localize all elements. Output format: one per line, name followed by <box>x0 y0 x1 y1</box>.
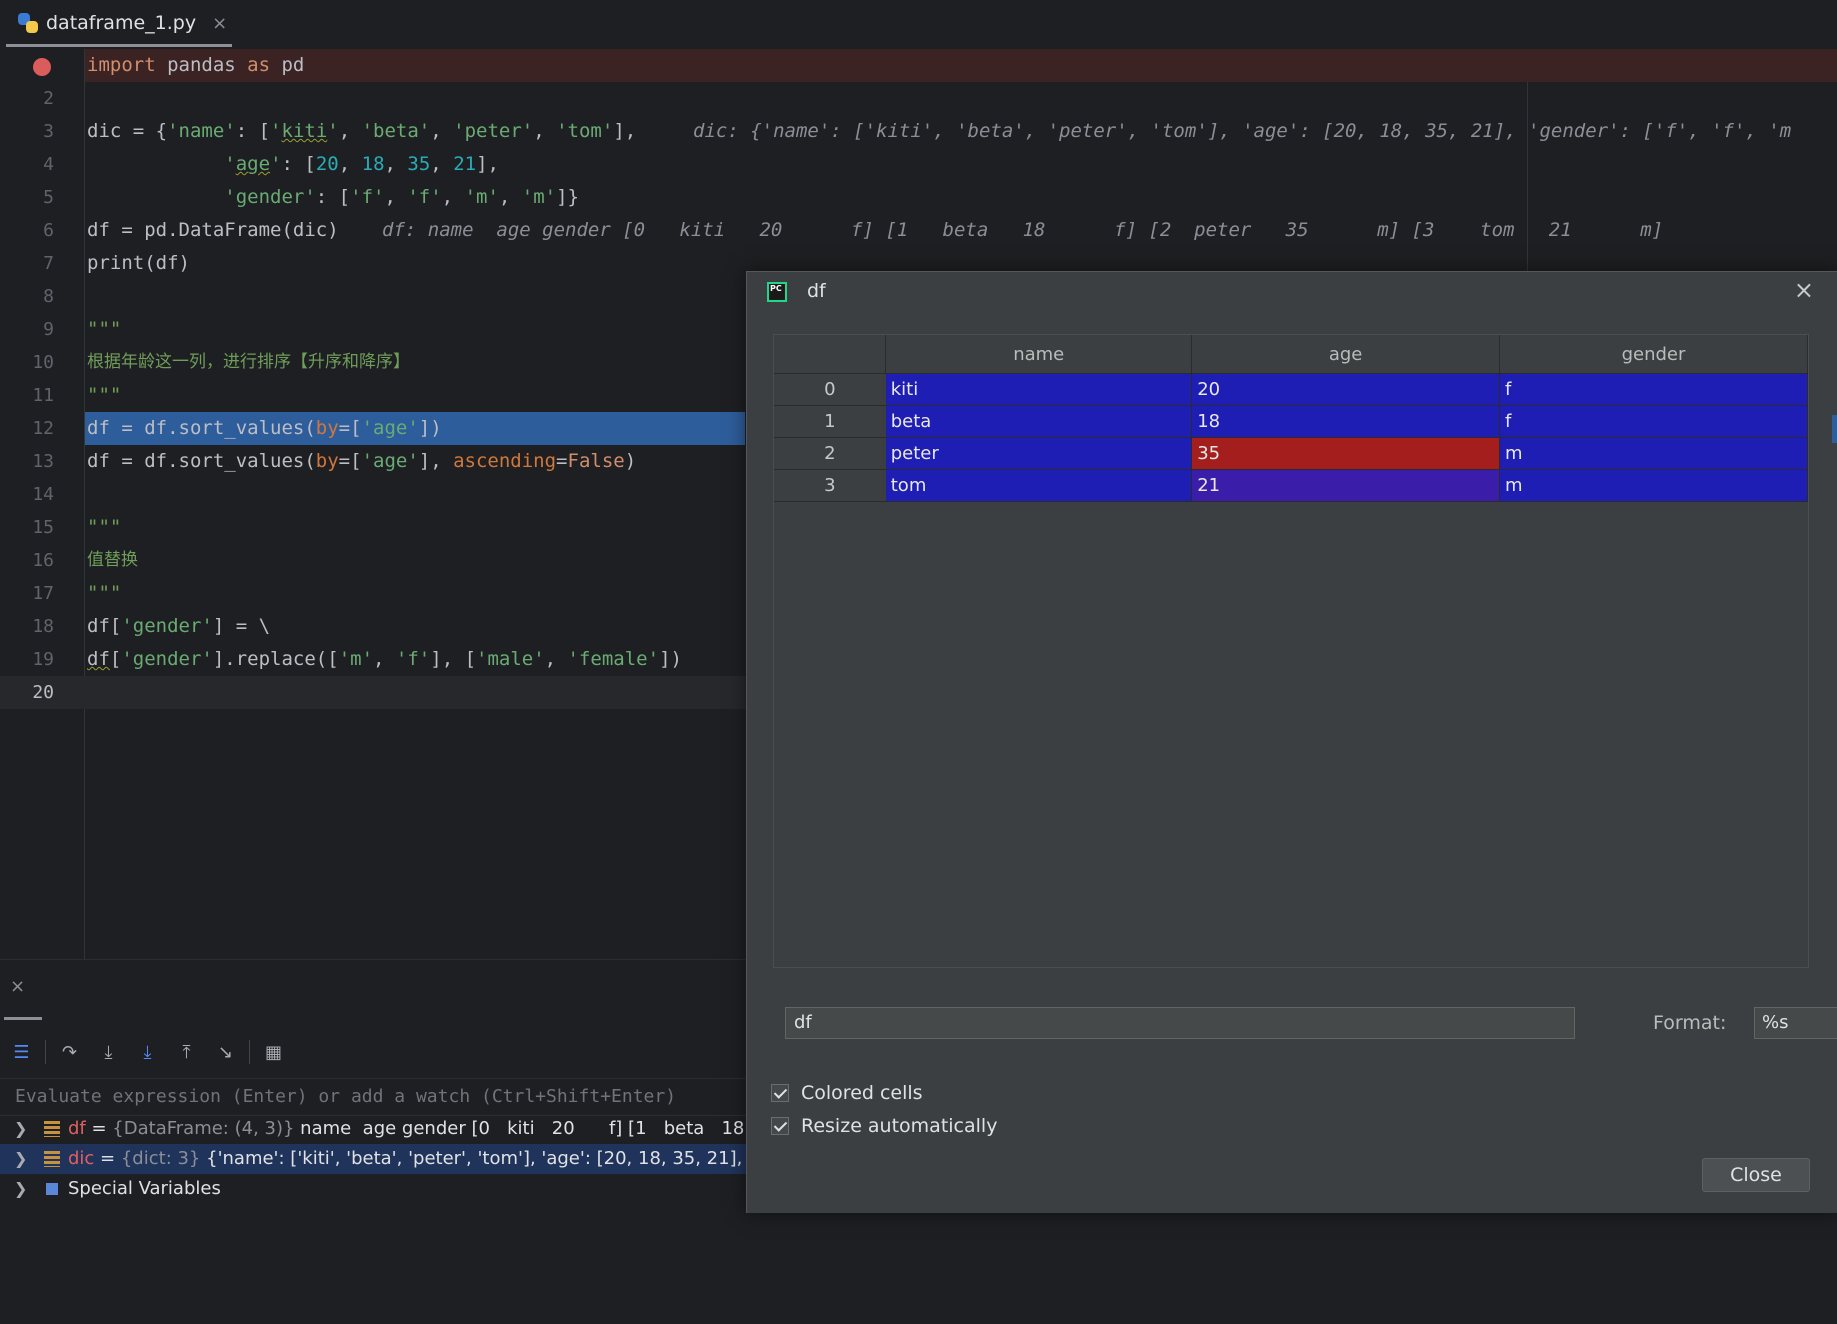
evaluate-expression-icon[interactable]: ▦ <box>258 1037 289 1068</box>
variable-row-special[interactable]: ❯ Special Variables <box>0 1174 760 1204</box>
close-tab-icon[interactable]: × <box>212 13 227 34</box>
chevron-right-icon[interactable]: ❯ <box>14 1144 27 1174</box>
show-execution-point-icon[interactable]: ☰ <box>6 1037 37 1068</box>
breakpoint-icon[interactable] <box>33 58 51 76</box>
colored-cells-checkbox[interactable] <box>771 1084 789 1102</box>
step-out-icon[interactable]: ⤒ <box>171 1037 202 1068</box>
colored-cells-label: Colored cells <box>801 1082 923 1104</box>
table-row[interactable]: 1 beta 18 f <box>774 405 1809 438</box>
table-row[interactable]: 0 kiti 20 f <box>774 373 1809 406</box>
dataframe-icon <box>44 1121 60 1137</box>
cell-name[interactable]: kiti <box>885 373 1193 406</box>
table-header-row: name age gender <box>774 335 1809 374</box>
debug-tab-indicator <box>4 1017 42 1020</box>
cell-age[interactable]: 18 <box>1191 405 1500 438</box>
resize-automatically-checkbox-row[interactable]: Resize automatically <box>771 1112 997 1140</box>
format-input[interactable]: %s <box>1754 1007 1837 1039</box>
code-line-2[interactable]: 2 <box>0 82 1837 115</box>
format-label: Format: <box>1653 1012 1727 1034</box>
expression-format-row: df Format: %s <box>785 1007 1837 1041</box>
code-line-3[interactable]: 3 dic = {'name': ['kiti', 'beta', 'peter… <box>0 115 1837 148</box>
python-file-icon <box>18 13 38 33</box>
run-to-cursor-icon[interactable]: ↘ <box>210 1037 241 1068</box>
tab-label: dataframe_1.py <box>46 12 197 34</box>
eval-placeholder: Evaluate expression (Enter) or add a wat… <box>15 1086 677 1107</box>
variable-row-dic[interactable]: ❯ dic = {dict: 3} {'name': ['kiti', 'bet… <box>0 1144 822 1174</box>
dialog-title: df <box>807 280 826 302</box>
column-header-age[interactable]: age <box>1191 335 1500 374</box>
cell-gender[interactable]: f <box>1499 373 1809 406</box>
table-row[interactable]: 3 tom 21 m <box>774 469 1809 502</box>
step-into-my-code-icon[interactable]: ⤓ <box>132 1037 163 1068</box>
cell-age[interactable]: 35 <box>1191 437 1500 470</box>
dataframe-viewer-dialog: PC df × name age gender 0 kiti 20 f 1 be… <box>746 271 1837 1213</box>
cell-gender[interactable]: m <box>1499 469 1809 502</box>
resize-automatically-label: Resize automatically <box>801 1115 998 1137</box>
column-header-index[interactable] <box>774 335 887 374</box>
close-dialog-icon[interactable]: × <box>1794 276 1814 304</box>
docstring-replace: 值替换 <box>87 550 138 570</box>
tab-dataframe-1-py[interactable]: dataframe_1.py × <box>6 0 232 46</box>
close-button[interactable]: Close <box>1702 1158 1810 1192</box>
docstring-sort: 根据年龄这一列，进行排序【升序和降序】 <box>87 352 410 372</box>
cell-name[interactable]: beta <box>885 405 1193 438</box>
cell-age[interactable]: 21 <box>1191 469 1500 502</box>
cell-age[interactable]: 20 <box>1191 373 1500 406</box>
column-header-gender[interactable]: gender <box>1499 335 1809 374</box>
colored-cells-checkbox-row[interactable]: Colored cells <box>771 1079 923 1107</box>
pycharm-logo-icon: PC <box>767 282 787 302</box>
dict-icon <box>44 1151 60 1167</box>
row-index: 2 <box>774 437 886 470</box>
cell-gender[interactable]: f <box>1499 405 1809 438</box>
inline-value-dic: dic: {'name': ['kiti', 'beta', 'peter', … <box>693 120 1792 142</box>
code-line-5[interactable]: 5 'gender': ['f', 'f', 'm', 'm']} <box>0 181 1837 214</box>
active-tab-indicator <box>6 44 232 47</box>
dataframe-table: name age gender 0 kiti 20 f 1 beta 18 f <box>773 334 1809 968</box>
debug-panel: × ☰ ↷ ⤓ ⤓ ⤒ ↘ ▦ Evaluate expression (Ent… <box>0 959 822 1213</box>
code-line-4[interactable]: 4 'age': [20, 18, 35, 21], <box>0 148 1837 181</box>
step-into-icon[interactable]: ⤓ <box>93 1037 124 1068</box>
table-row[interactable]: 2 peter 35 m <box>774 437 1809 470</box>
editor-tab-bar: dataframe_1.py × <box>0 0 1837 50</box>
cell-gender[interactable]: m <box>1499 437 1809 470</box>
close-debug-icon[interactable]: × <box>10 976 25 997</box>
cell-name[interactable]: peter <box>885 437 1193 470</box>
code-line-6[interactable]: 6 df = pd.DataFrame(dic) df: name age ge… <box>0 214 1837 247</box>
breakpoint-line-highlight <box>85 49 1837 82</box>
code-line-1[interactable]: import pandas as pd 1 <box>0 49 1837 82</box>
row-index: 3 <box>774 469 886 502</box>
chevron-right-icon[interactable]: ❯ <box>14 1114 27 1144</box>
row-index: 0 <box>774 373 886 406</box>
column-header-name[interactable]: name <box>885 335 1193 374</box>
expression-input[interactable]: df <box>785 1007 1575 1039</box>
scrollbar-marker <box>1832 415 1837 443</box>
step-over-icon[interactable]: ↷ <box>54 1037 85 1068</box>
chevron-right-icon[interactable]: ❯ <box>14 1174 27 1204</box>
resize-automatically-checkbox[interactable] <box>771 1117 789 1135</box>
cell-name[interactable]: tom <box>885 469 1193 502</box>
caret-line-highlight <box>0 676 760 709</box>
evaluate-expression-input[interactable]: Evaluate expression (Enter) or add a wat… <box>0 1078 760 1116</box>
variable-row-df[interactable]: ❯ df = {DataFrame: (4, 3)} name age gend… <box>0 1114 785 1144</box>
row-index: 1 <box>774 405 886 438</box>
special-variables-icon <box>44 1181 60 1197</box>
debug-toolbar: ☰ ↷ ⤓ ⤓ ⤒ ↘ ▦ <box>0 1032 760 1072</box>
inline-value-df: df: name age gender [0 kiti 20 f] [1 bet… <box>382 219 1664 241</box>
